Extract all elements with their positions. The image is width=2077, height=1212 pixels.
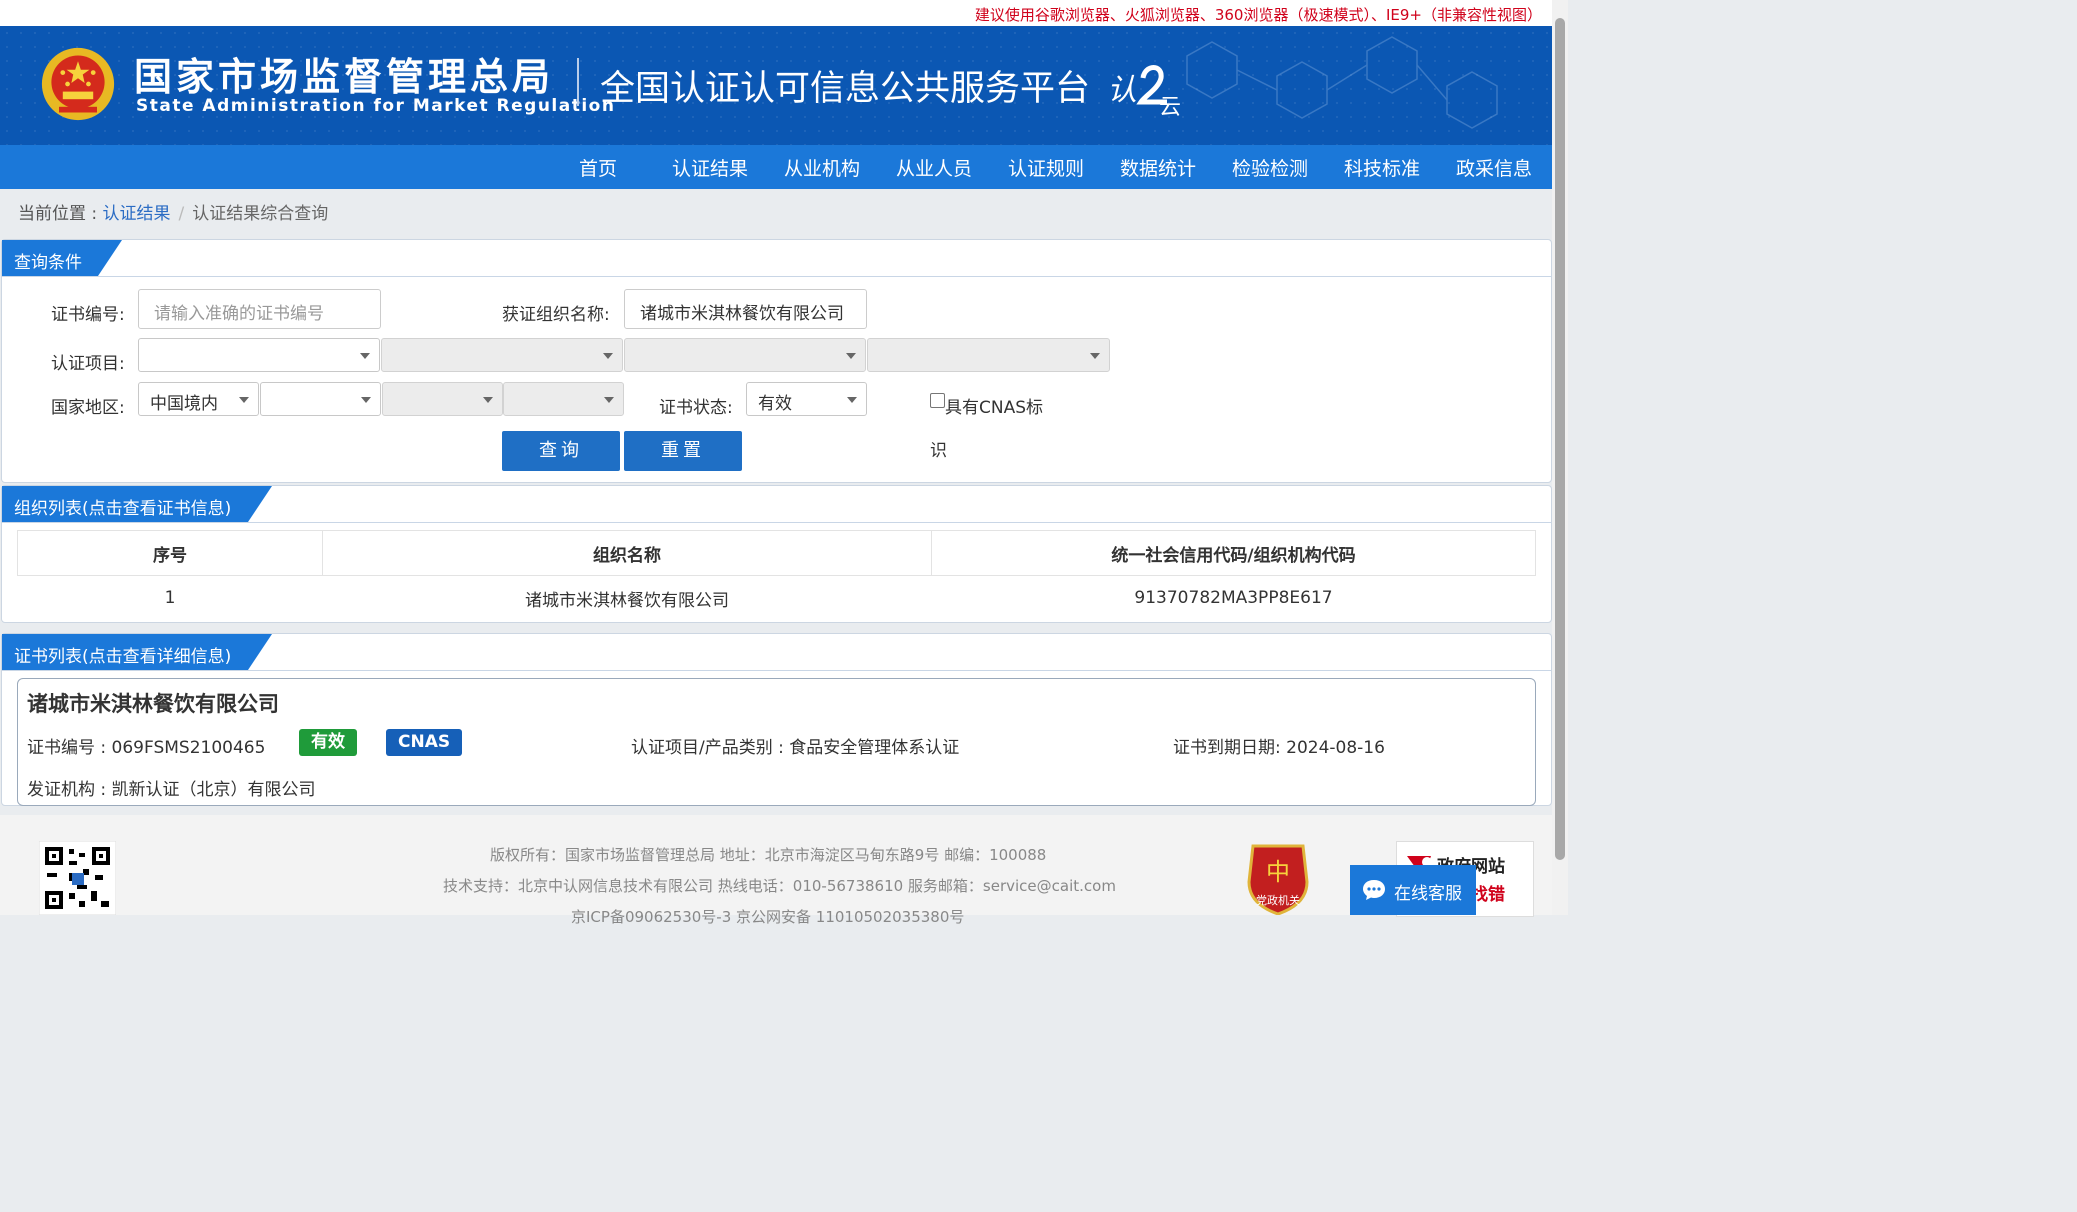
chevron-down-icon: [483, 397, 493, 403]
find-error-label: 找错: [1471, 885, 1505, 905]
cert-status-label: 证书状态:: [659, 398, 733, 418]
cert-project-select-3[interactable]: [624, 338, 866, 372]
cert-project-select-2[interactable]: [381, 338, 623, 372]
browser-notice-bar: 建议使用谷歌浏览器、火狐浏览器、360浏览器（极速模式）、IE9+（非兼容性视图…: [0, 0, 1552, 26]
org-name-input[interactable]: 诸城市米淇林餐饮有限公司: [624, 289, 867, 329]
chevron-down-icon: [846, 353, 856, 359]
org-table: 序号 组织名称 统一社会信用代码/组织机构代码 1 诸城市米淇林餐饮有限公司 9…: [17, 530, 1536, 620]
query-panel: 查询条件 证书编号: 请输入准确的证书编号 获证组织名称: 诸城市米淇林餐饮有限…: [1, 239, 1552, 483]
cnas-badge: CNAS: [386, 729, 463, 756]
header-divider: [577, 58, 579, 106]
agency-name-english: State Administration for Market Regulati…: [136, 96, 616, 116]
nav-item-institutions[interactable]: 从业机构: [784, 154, 860, 181]
cert-status-value: 有效: [758, 394, 792, 414]
site-header: 国家市场监督管理总局 State Administration for Mark…: [0, 26, 1552, 145]
col-header-org-name: 组织名称: [322, 530, 932, 576]
org-list-panel: 组织列表(点击查看证书信息) 序号 组织名称 统一社会信用代码/组织机构代码 1…: [1, 485, 1552, 623]
chevron-down-icon: [1090, 353, 1100, 359]
cert-no-input[interactable]: 请输入准确的证书编号: [138, 289, 381, 329]
online-service-button[interactable]: 在线客服: [1350, 865, 1476, 915]
chevron-down-icon: [604, 397, 614, 403]
main-nav: 首页 认证结果 从业机构 从业人员 认证规则 数据统计 检验检测 科技标准 政采…: [0, 145, 1552, 189]
chevron-down-icon: [360, 353, 370, 359]
qr-code-icon: [39, 841, 116, 915]
breadcrumb-current: 认证结果综合查询: [192, 204, 329, 224]
region-select-province[interactable]: [260, 382, 381, 416]
site-footer: 版权所有：国家市场监督管理总局 地址：北京市海淀区马甸东路9号 邮编：10008…: [0, 815, 1552, 926]
chevron-down-icon: [603, 353, 613, 359]
cert-no-label: 证书编号:: [51, 305, 125, 325]
row-org-name[interactable]: 诸城市米淇林餐饮有限公司: [323, 576, 932, 621]
nav-item-cert-results[interactable]: 认证结果: [672, 154, 748, 181]
breadcrumb-link-cert-results[interactable]: 认证结果: [103, 204, 171, 224]
cert-cloud-logo-icon: 认 云: [1107, 65, 1181, 116]
scrollbar-thumb[interactable]: [1555, 18, 1565, 860]
col-header-credit-code: 统一社会信用代码/组织机构代码: [931, 530, 1536, 576]
chevron-down-icon: [239, 397, 249, 403]
region-select-city[interactable]: [382, 382, 503, 416]
nav-item-home[interactable]: 首页: [579, 154, 617, 181]
org-name-label: 获证组织名称:: [502, 305, 610, 325]
national-emblem-icon: [41, 47, 115, 121]
cnas-checkbox[interactable]: [930, 393, 945, 408]
online-service-label: 在线客服: [1394, 884, 1462, 904]
nav-item-procurement[interactable]: 政采信息: [1456, 154, 1532, 181]
cert-project-label: 认证项目:: [51, 354, 125, 374]
cnas-checkbox-label-wrap: 识: [930, 441, 947, 461]
svg-text:云: 云: [1159, 95, 1181, 116]
platform-title: 全国认证认可信息公共服务平台: [600, 69, 1091, 109]
nav-item-standards[interactable]: 科技标准: [1344, 154, 1420, 181]
cert-company-name: 诸城市米淇林餐饮有限公司: [27, 692, 279, 716]
nav-item-personnel[interactable]: 从业人员: [896, 154, 972, 181]
cnas-checkbox-label: 具有CNAS标: [945, 398, 1044, 418]
agency-name-chinese: 国家市场监督管理总局: [134, 55, 555, 99]
breadcrumb-separator: /: [178, 204, 185, 224]
chevron-down-icon: [847, 397, 857, 403]
cert-status-select[interactable]: 有效: [746, 382, 867, 416]
search-button[interactable]: 查询: [502, 431, 620, 471]
table-header-row: 序号 组织名称 统一社会信用代码/组织机构代码: [17, 530, 1536, 576]
region-select-value: 中国境内: [150, 394, 218, 414]
cert-number: 证书编号 : 069FSMS2100465: [27, 738, 266, 758]
breadcrumb-label: 当前位置 :: [18, 204, 103, 224]
row-index: 1: [164, 588, 176, 608]
svg-text:认: 认: [1107, 73, 1137, 108]
svg-text:中: 中: [1266, 858, 1290, 886]
region-select-country[interactable]: 中国境内: [138, 382, 259, 416]
status-badge: 有效: [299, 729, 357, 756]
reset-button[interactable]: 重置: [624, 431, 742, 471]
cert-issuer: 发证机构 : 凯新认证（北京）有限公司: [27, 780, 316, 800]
col-header-index: 序号: [17, 530, 323, 576]
nav-item-statistics[interactable]: 数据统计: [1120, 154, 1196, 181]
row-credit-code: 91370782MA3PP8E617: [1134, 588, 1333, 608]
chat-bubble-icon: [1363, 880, 1385, 900]
hexagon-decoration-icon: [1186, 36, 1498, 129]
footer-copyright-line: 版权所有：国家市场监督管理总局 地址：北京市海淀区马甸东路9号 邮编：10008…: [490, 846, 1047, 864]
table-row[interactable]: 1 诸城市米淇林餐饮有限公司 91370782MA3PP8E617: [18, 576, 1536, 621]
browser-notice-text: 建议使用谷歌浏览器、火狐浏览器、360浏览器（极速模式）、IE9+（非兼容性视图…: [974, 6, 1542, 24]
cert-expiry: 证书到期日期: 2024-08-16: [1173, 738, 1385, 758]
region-select-district[interactable]: [503, 382, 624, 416]
nav-item-testing[interactable]: 检验检测: [1232, 154, 1308, 181]
chevron-down-icon: [361, 397, 371, 403]
region-label: 国家地区:: [51, 398, 125, 418]
breadcrumb: 当前位置 : 认证结果 / 认证结果综合查询: [18, 199, 328, 224]
cert-list-panel: 证书列表(点击查看详细信息) 诸城市米淇林餐饮有限公司 证书编号 : 069FS…: [1, 633, 1552, 806]
cert-card[interactable]: 诸城市米淇林餐饮有限公司 证书编号 : 069FSMS2100465 有效 CN…: [17, 678, 1536, 806]
party-government-badge-icon[interactable]: 中 党政机关: [1245, 842, 1311, 915]
footer-support-line: 技术支持：北京中认网信息技术有限公司 热线电话：010-56738610 服务邮…: [443, 877, 1116, 895]
footer-icp-line: 京ICP备09062530号-3 京公网安备 11010502035380号: [571, 908, 965, 926]
cert-project-select-1[interactable]: [138, 338, 380, 372]
cert-project-select-4[interactable]: [867, 338, 1110, 372]
party-badge-label: 党政机关: [1256, 893, 1300, 907]
nav-item-rules[interactable]: 认证规则: [1008, 154, 1084, 181]
cert-project: 认证项目/产品类别 : 食品安全管理体系认证: [631, 738, 960, 758]
